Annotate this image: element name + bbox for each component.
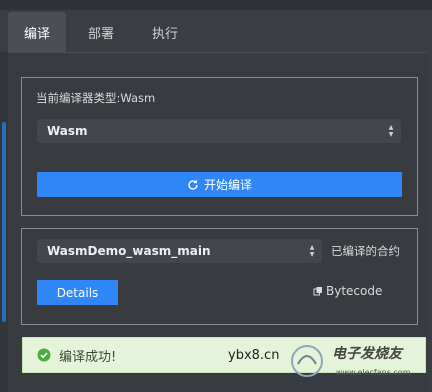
watermark-url: www.elecfans.com <box>336 368 411 377</box>
contract-select[interactable]: WasmDemo_wasm_main ▲ ▼ <box>37 239 322 263</box>
tab-execute[interactable]: 执行 <box>136 12 194 52</box>
copy-icon <box>313 286 323 296</box>
compiled-contracts-label: 已编译的合约 <box>331 244 400 258</box>
scroll-indicator[interactable] <box>2 122 6 322</box>
refresh-icon <box>187 179 199 191</box>
details-button[interactable]: Details <box>37 280 118 305</box>
contract-select-value: WasmDemo_wasm_main <box>47 244 211 258</box>
bytecode-label: Bytecode <box>326 284 383 298</box>
compiler-type-label: 当前编译器类型:Wasm <box>36 91 156 105</box>
select-arrows-icon: ▲ ▼ <box>388 124 394 138</box>
compiler-select-value: Wasm <box>47 124 88 138</box>
tab-bar: 编译 部署 执行 <box>8 12 200 52</box>
top-strip <box>0 0 432 10</box>
bytecode-link[interactable]: Bytecode <box>313 284 382 298</box>
compiler-select[interactable]: Wasm ▲ ▼ <box>37 119 401 143</box>
tab-compile[interactable]: 编译 <box>8 12 66 52</box>
app-frame: 编译 部署 执行 当前编译器类型:Wasm Wasm ▲ ▼ 开始编译 WasmD… <box>0 0 432 392</box>
compile-button[interactable]: 开始编译 <box>37 172 402 197</box>
select-arrows-icon: ▲ ▼ <box>309 244 315 258</box>
tab-deploy[interactable]: 部署 <box>72 12 130 52</box>
check-circle-icon <box>37 348 51 362</box>
status-text: 编译成功! <box>59 349 117 365</box>
watermark-logo <box>291 345 323 377</box>
watermark-brand: 电子发烧友 <box>332 346 402 362</box>
watermark-site: ybx8.cn <box>228 348 280 363</box>
compile-button-label: 开始编译 <box>203 178 252 192</box>
